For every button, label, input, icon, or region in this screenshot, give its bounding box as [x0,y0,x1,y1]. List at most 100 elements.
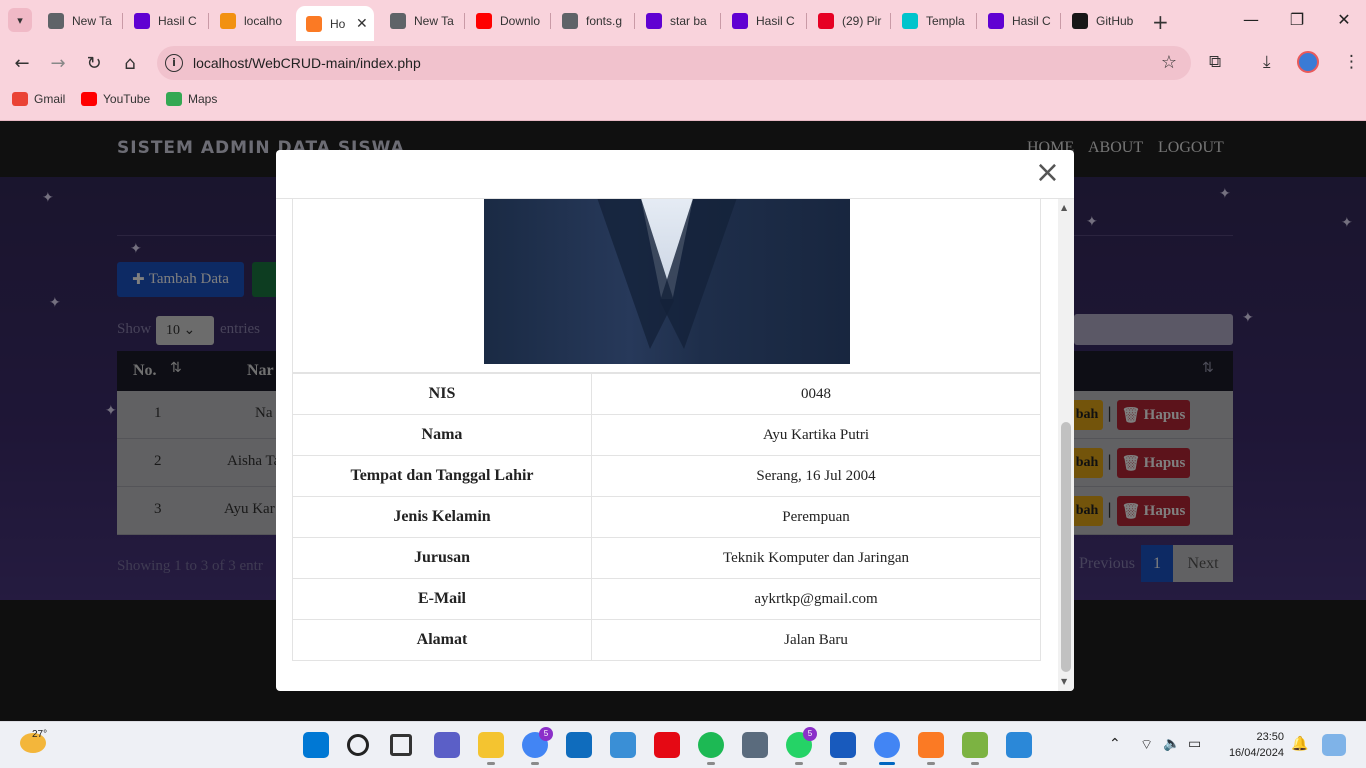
bookmark-star-icon[interactable]: ☆ [1161,52,1177,73]
notepad-icon[interactable] [962,732,988,765]
browser-tab[interactable]: Downlo [466,8,546,34]
scroll-thumb[interactable] [1061,422,1071,672]
forward-button[interactable]: → [46,51,70,75]
browser-tab[interactable]: Templa [892,8,972,34]
browser-tab[interactable]: Hasil C [124,8,204,34]
modal-scrollbar[interactable]: ▲ ▼ [1058,199,1074,691]
tab-label: localho [244,14,283,28]
tab-separator [890,13,891,29]
chrome-icon[interactable]: 5 [522,727,553,765]
yahoo-icon [988,13,1004,29]
browser-tab[interactable]: fonts.g [552,8,632,34]
back-button[interactable]: ← [10,51,34,75]
detail-key: Jenis Kelamin [292,496,592,538]
extensions-icon[interactable]: ⧉ [1209,52,1221,72]
browser-tab[interactable]: Hasil C [722,8,802,34]
bookmark-label: Maps [188,92,218,106]
spotify-icon[interactable] [698,732,724,765]
detail-value: Teknik Komputer dan Jaringan [591,537,1041,579]
restore-icon: ❐ [1289,10,1305,29]
photo-cell [292,199,1041,373]
browser-toolbar: ← → ↻ ⌂ i localhost/WebCRUD-main/index.p… [0,41,1366,85]
tab-label: (29) Pir [842,14,882,28]
bookmark-label: Gmail [34,92,66,106]
tab-label: Hasil C [158,14,197,28]
xampp-icon[interactable] [918,732,944,765]
gmail-icon [12,92,28,106]
netflix-icon[interactable] [654,732,680,758]
tab-search-button[interactable]: ▾ [8,8,32,32]
notification-badge: 5 [803,727,817,741]
word-icon[interactable] [830,732,856,765]
tab-separator [122,13,123,29]
home-button[interactable]: ⌂ [118,51,142,75]
browser-tab[interactable]: Ho ✕ [296,6,374,41]
menu-kebab-icon[interactable]: ⋮ [1343,52,1360,72]
tab-separator [634,13,635,29]
tab-close-icon[interactable]: ✕ [356,15,368,32]
minimize-button[interactable]: — [1241,10,1261,29]
detail-row-email: E-Mail aykrtkp@gmail.com [292,578,1041,620]
weather-temp[interactable]: 27° [32,729,47,740]
scroll-up-icon[interactable]: ▲ [1061,203,1067,212]
minimize-icon: — [1243,10,1259,29]
store-icon[interactable] [566,732,592,758]
bookmark-youtube[interactable]: YouTube [81,92,150,106]
system-clock[interactable]: 23:50 16/04/2024 [1218,729,1284,761]
search-icon[interactable] [347,734,369,756]
browser-tab[interactable]: star ba [636,8,716,34]
photos-icon[interactable] [1006,732,1032,758]
tab-label: fonts.g [586,14,623,28]
address-url[interactable]: localhost/WebCRUD-main/index.php [193,55,421,71]
browser-tab[interactable]: New Ta [38,8,118,34]
teams-meet-icon[interactable] [434,732,460,758]
tab-separator [806,13,807,29]
detail-row-gender: Jenis Kelamin Perempuan [292,496,1041,538]
chevron-up-icon[interactable]: ⌃ [1109,736,1121,752]
notification-bell-icon[interactable]: 🔔 [1291,736,1308,752]
detail-key: E-Mail [292,578,592,620]
browser-tab[interactable]: localho [210,8,290,34]
detail-value: Ayu Kartika Putri [591,414,1041,456]
detail-row-major: Jurusan Teknik Komputer dan Jaringan [292,537,1041,579]
battery-icon[interactable]: ▭ [1188,736,1201,752]
modal-close-button[interactable]: × [1035,158,1060,188]
tab-label: New Ta [414,14,454,28]
arrow-left-icon: ← [14,52,30,74]
address-bar[interactable]: i localhost/WebCRUD-main/index.php ☆ [157,46,1191,80]
bookmark-gmail[interactable]: Gmail [12,92,65,106]
download-icon[interactable]: ⤓ [1263,52,1271,72]
volume-icon[interactable]: 🔈 [1163,736,1180,752]
youtube-icon [81,92,97,106]
browser-tab[interactable]: Hasil C [978,8,1058,34]
wifi-icon[interactable]: ⌔ [1140,736,1153,754]
browser-tab[interactable]: New Ta [380,8,460,34]
task-view-icon[interactable] [390,734,412,756]
file-explorer-icon[interactable] [478,732,504,765]
start-icon[interactable] [303,732,329,758]
new-tab-button[interactable]: + [1152,10,1169,34]
browser-tab[interactable]: (29) Pir [808,8,888,34]
detail-value: Perempuan [591,496,1041,538]
restore-button[interactable]: ❐ [1287,10,1307,29]
tab-label: star ba [670,14,707,28]
profile-avatar[interactable] [1297,51,1319,73]
whatsapp-icon[interactable]: 5 [786,727,817,765]
chrome-profile-icon[interactable] [874,732,900,765]
scroll-down-icon[interactable]: ▼ [1061,677,1067,686]
detail-value: aykrtkp@gmail.com [591,578,1041,620]
tab-separator [976,13,977,29]
github-icon [1072,13,1088,29]
site-info-icon[interactable]: i [165,54,183,72]
settings-icon[interactable] [742,732,768,758]
monitor-app-icon[interactable] [610,732,636,758]
globe-icon [562,13,578,29]
bookmark-maps[interactable]: Maps [166,92,217,106]
bookmark-label: YouTube [103,92,151,106]
copilot-icon[interactable] [1322,734,1346,756]
tab-label: GitHub [1096,14,1134,28]
student-detail-table: NIS 0048 Nama Ayu Kartika Putri Tempat d… [292,373,1041,661]
reload-button[interactable]: ↻ [82,51,106,75]
browser-tab[interactable]: GitHub [1062,8,1142,34]
close-window-button[interactable]: ✕ [1334,10,1354,29]
